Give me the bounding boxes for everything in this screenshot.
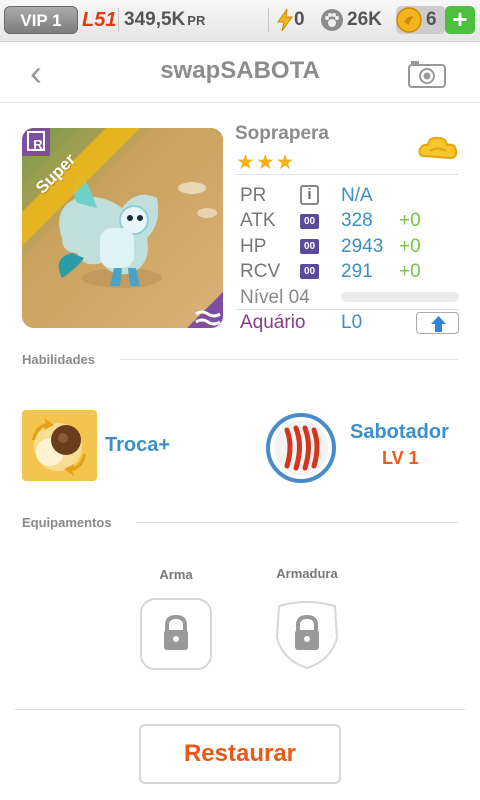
info-icon[interactable]: i — [300, 185, 319, 205]
rcv-label: RCV — [240, 261, 281, 282]
swap-skill-icon[interactable] — [22, 410, 97, 481]
up-arrow-icon — [431, 316, 446, 332]
paw-value: 26K — [347, 9, 382, 30]
aquarium-upgrade-button[interactable] — [416, 312, 459, 334]
hp-badge: 00 — [300, 239, 319, 254]
weapon-label: Arma — [159, 567, 193, 582]
divider — [118, 8, 119, 32]
equipment-heading: Equipamentos — [22, 515, 112, 530]
hp-bonus: +0 — [399, 236, 421, 257]
divider — [268, 8, 269, 32]
atk-label: ATK — [240, 210, 276, 231]
paw-counter[interactable]: 26K — [320, 8, 382, 32]
armor-label: Armadura — [276, 566, 338, 581]
player-pr: 349,5K PR — [124, 9, 205, 31]
rcv-value: 291 — [341, 261, 373, 282]
sabotage-skill-icon[interactable] — [265, 412, 337, 484]
skill-level: LV 1 — [382, 448, 419, 468]
player-level: L51 — [82, 9, 117, 31]
atk-value: 328 — [341, 210, 373, 231]
vip-badge[interactable]: VIP 1 — [4, 6, 78, 34]
swap-icon — [32, 418, 86, 476]
divider — [235, 174, 459, 175]
restore-button[interactable]: Restaurar — [139, 724, 341, 784]
paw-icon — [321, 9, 343, 31]
hp-value: 2943 — [341, 236, 384, 257]
pr-stat-value: N/A — [341, 185, 373, 206]
coin-counter[interactable]: 6 — [396, 6, 446, 34]
coin-value: 6 — [426, 9, 437, 30]
energy-counter[interactable]: 0 — [276, 8, 305, 32]
coin-icon — [396, 7, 422, 33]
monster-card[interactable]: R Super — [22, 128, 223, 328]
aquarium-label: Aquário — [240, 312, 306, 333]
add-coins-button[interactable]: + — [445, 6, 475, 34]
pr-unit: PR — [187, 13, 206, 28]
skill-name-sabotage: Sabotador — [350, 421, 449, 443]
rarity-badge: R — [33, 137, 43, 152]
monster-illustration — [22, 128, 223, 328]
skills-heading: Habilidades — [22, 352, 95, 367]
pr-label: PR — [240, 185, 267, 206]
monster-name: Soprapera — [235, 123, 329, 144]
cloud-icon — [418, 136, 458, 160]
atk-bonus: +0 — [399, 210, 421, 231]
hp-label: HP — [240, 236, 267, 257]
rcv-badge: 00 — [300, 264, 319, 279]
aquarium-value: L0 — [341, 312, 363, 333]
level-label: Nível 04 — [240, 287, 310, 308]
pr-value: 349,5K — [124, 9, 186, 30]
armor-slot[interactable] — [271, 598, 343, 670]
divider — [15, 709, 465, 710]
weapon-slot[interactable] — [140, 598, 212, 670]
top-status-bar: VIP 1 L51 349,5K PR 0 26K 6 + — [0, 0, 480, 42]
star-rating: ★★★ — [236, 151, 296, 174]
rcv-bonus: +0 — [399, 261, 421, 282]
skill-name-swap: Troca+ — [105, 434, 171, 456]
divider — [136, 522, 458, 523]
lightning-icon — [277, 8, 293, 32]
divider — [120, 359, 458, 360]
monster-detail-screen: VIP 1 L51 349,5K PR 0 26K 6 + ‹ swapSABOT… — [0, 0, 480, 800]
level-progress-bar — [341, 292, 459, 302]
atk-badge: 00 — [300, 214, 319, 229]
divider — [235, 309, 459, 310]
page-header: ‹ swapSABOTA — [0, 43, 480, 103]
energy-value: 0 — [294, 9, 305, 30]
camera-icon[interactable] — [408, 60, 446, 88]
